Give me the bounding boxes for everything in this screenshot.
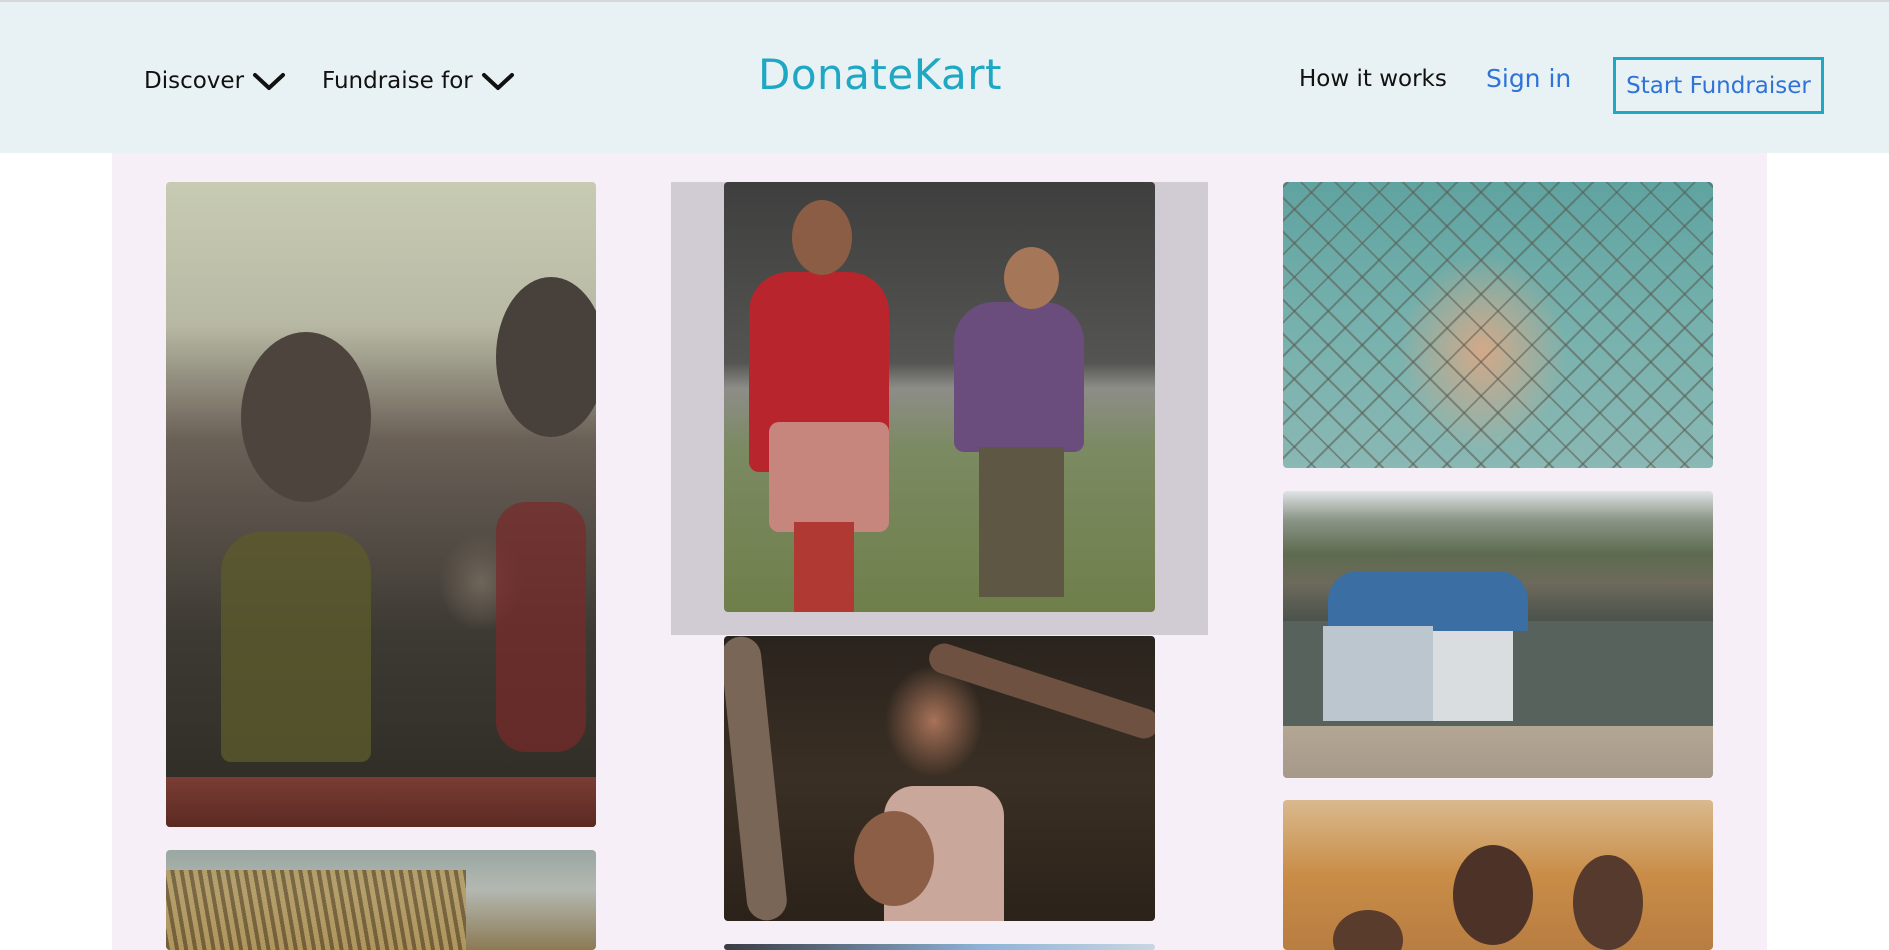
- nav-fundraise-for-label: Fundraise for: [322, 68, 473, 94]
- photo-detail: [496, 277, 596, 437]
- photo-detail: [166, 870, 466, 950]
- photo-detail: [1333, 910, 1403, 950]
- sign-in-link[interactable]: Sign in: [1486, 64, 1571, 93]
- photo-detail: [1323, 626, 1433, 721]
- photo-detail: [925, 639, 1155, 743]
- photo-detail: [794, 522, 854, 612]
- chevron-down-icon: [481, 73, 514, 90]
- photo-detail: [166, 777, 596, 827]
- photo-detail: [769, 422, 889, 532]
- gallery-photo-children-by-tree[interactable]: [724, 636, 1155, 921]
- gallery-photo-window[interactable]: [724, 944, 1155, 950]
- photo-detail: [1283, 182, 1713, 468]
- photo-detail: [241, 332, 371, 502]
- photo-detail: [1573, 855, 1643, 950]
- nav-fundraise-for[interactable]: Fundraise for: [322, 68, 515, 94]
- gallery-photo-girl-with-baby[interactable]: [724, 182, 1155, 612]
- brand-logo[interactable]: DonateKart: [758, 50, 1002, 99]
- gallery-photo-tent-camp[interactable]: [1283, 491, 1713, 778]
- photo-detail: [221, 532, 371, 762]
- chevron-down-icon: [253, 73, 286, 90]
- start-fundraiser-button[interactable]: Start Fundraiser: [1613, 57, 1824, 114]
- photo-detail: [1328, 571, 1528, 631]
- gallery-photo-girl-behind-fence[interactable]: [1283, 182, 1713, 468]
- photo-detail: [854, 811, 934, 906]
- photo-detail: [1453, 845, 1533, 945]
- photo-detail: [496, 502, 586, 752]
- photo-detail: [954, 302, 1084, 452]
- how-it-works-link[interactable]: How it works: [1299, 66, 1447, 92]
- site-header: Discover Fundraise for DonateKart How it…: [0, 2, 1889, 153]
- gallery-photo-thatched-hut[interactable]: [166, 850, 596, 950]
- gallery-photo-three-children[interactable]: [1283, 800, 1713, 950]
- photo-detail: [792, 200, 852, 275]
- nav-discover-label: Discover: [144, 68, 245, 94]
- photo-detail: [979, 447, 1064, 597]
- photo-detail: [1004, 247, 1059, 309]
- photo-detail: [724, 636, 789, 921]
- gallery-photo-muddy-children[interactable]: [166, 182, 596, 827]
- nav-discover[interactable]: Discover: [144, 68, 286, 94]
- photo-detail: [1433, 631, 1513, 721]
